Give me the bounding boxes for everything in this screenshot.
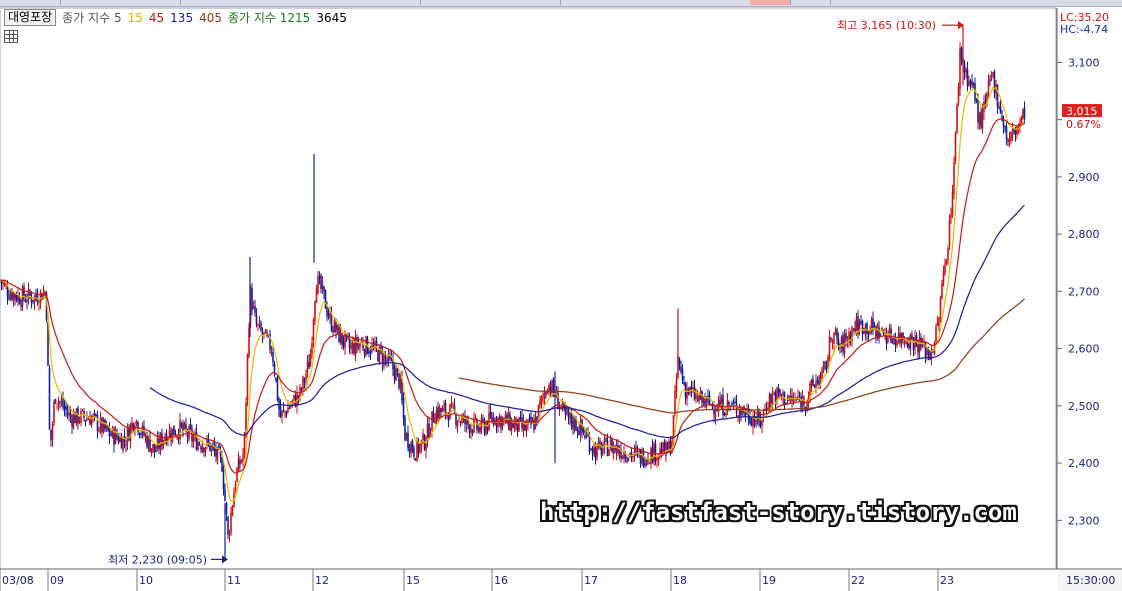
x-tick-label: 19 — [762, 574, 776, 587]
y-tick-label: 2,700 — [1068, 285, 1100, 298]
x-tick-label: 03/08 — [2, 574, 34, 587]
ma-45-line — [149, 204, 1025, 439]
low-annotation: 최저 2,230 (09:05) — [108, 553, 207, 566]
plot-frame — [0, 7, 1057, 570]
hc-label: HC:-4.74 — [1060, 23, 1108, 36]
ma-5-line — [0, 86, 1025, 503]
y-tick-label: 2,500 — [1068, 400, 1100, 413]
x-tick-label: 15 — [406, 574, 420, 587]
high-annotation: 최고 3,165 (10:30) — [837, 19, 936, 32]
x-tick-label: 10 — [139, 574, 153, 587]
x-tick-label: 11 — [227, 574, 241, 587]
x-tick-label: 23 — [940, 574, 954, 587]
x-tick-label: 16 — [494, 574, 508, 587]
x-tick-label: 09 — [50, 574, 64, 587]
price-series — [0, 25, 1026, 561]
y-tick-label: 2,300 — [1068, 514, 1100, 527]
current-change-label: 0.67% — [1066, 118, 1101, 131]
current-price-label: 3,015 — [1066, 105, 1098, 118]
y-tick-label: 2,600 — [1068, 343, 1100, 356]
x-tick-label: 18 — [673, 574, 687, 587]
y-tick-label: 2,400 — [1068, 457, 1100, 470]
x-tick-label: 17 — [584, 574, 598, 587]
watermark: http://fastfast-story.tistory.com — [540, 498, 1017, 526]
x-tick-label: 22 — [851, 574, 865, 587]
y-tick-label: 2,900 — [1068, 171, 1100, 184]
y-tick-label: 2,800 — [1068, 228, 1100, 241]
y-tick-label: 3,100 — [1068, 56, 1100, 69]
moving-averages — [0, 86, 1025, 503]
x-tick-label: 12 — [315, 574, 329, 587]
ma-15-line — [0, 118, 1025, 474]
time-label: 15:30:00 — [1066, 574, 1115, 587]
